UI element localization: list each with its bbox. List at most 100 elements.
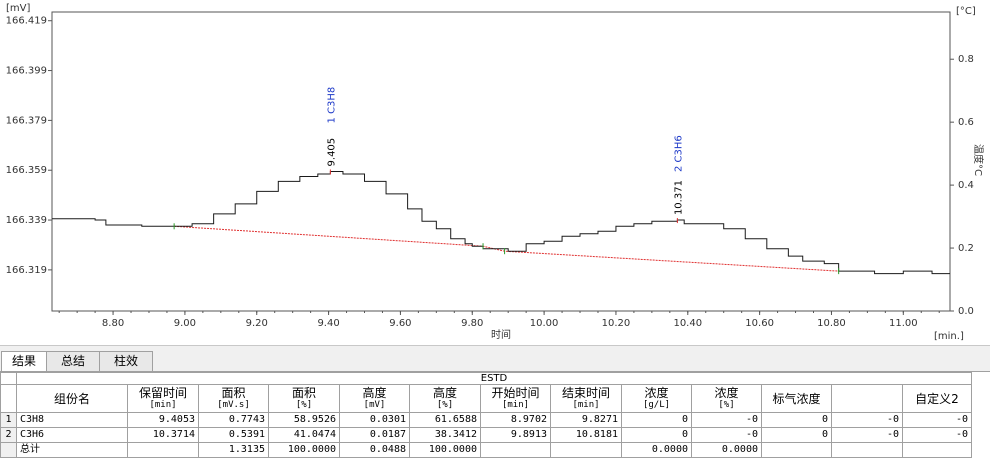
column-header-unit: [%] <box>436 399 454 410</box>
table-cell: 0.7743 <box>198 412 269 428</box>
table-cell: C3H8 <box>16 412 128 428</box>
chromatogram-chart[interactable]: [mV] [°C] [min.] 166.419 166.399 166.379 166.3… <box>0 0 990 344</box>
peak-name-label: 2 C3H6 <box>673 135 684 172</box>
tab-column-efficiency[interactable]: 柱效 <box>99 351 153 371</box>
row-index <box>0 442 17 458</box>
table-cell: -0 <box>902 412 972 428</box>
table-cell <box>902 442 972 458</box>
column-header-name: 保留时间 <box>138 385 187 400</box>
table-cell: 100.0000 <box>268 442 340 458</box>
column-header-name: 标气浓度 <box>772 391 821 406</box>
header-corner <box>0 384 17 413</box>
y2-tick-label: 0.2 <box>958 243 974 254</box>
table-cell: 0 <box>621 412 692 428</box>
column-header[interactable]: 标气浓度 <box>761 384 832 413</box>
column-header-name: 面积 <box>221 385 246 400</box>
table-cell: -0 <box>691 412 762 428</box>
x-tick-label: 9.40 <box>317 318 339 329</box>
table-cell: 10.3714 <box>127 427 199 443</box>
x-tick-label: 10.80 <box>817 318 846 329</box>
column-header[interactable]: 自定义2 <box>902 384 972 413</box>
x-tick-label: 8.80 <box>102 318 124 329</box>
column-header[interactable]: 浓度 [g/L] <box>621 384 692 413</box>
table-cell: 9.8913 <box>480 427 551 443</box>
column-header-unit: [g/L] <box>642 399 671 410</box>
table-cell: 100.0000 <box>409 442 481 458</box>
column-header[interactable]: 浓度 [%] <box>691 384 762 413</box>
peak-name-label: 1 C3H8 <box>326 87 337 124</box>
column-header[interactable]: 面积 [mV.s] <box>198 384 269 413</box>
peak-retention-label: 9.405 <box>326 138 337 167</box>
table-cell: 9.8271 <box>550 412 622 428</box>
x-tick-label: 9.00 <box>174 318 196 329</box>
y2-axis-unit: [°C] <box>956 6 976 17</box>
table-cell: 0 <box>761 412 832 428</box>
table-cell: 1.3135 <box>198 442 269 458</box>
column-header[interactable]: 面积 [%] <box>268 384 340 413</box>
table-cell <box>761 442 832 458</box>
table-cell: 0 <box>621 427 692 443</box>
table-row[interactable]: 1 C3H8 9.4053 0.7743 58.9526 0.0301 61.6588 8.9… <box>0 412 972 428</box>
result-tabs: 结果 总结 柱效 <box>0 351 990 372</box>
y-tick-label: 166.399 <box>6 66 47 77</box>
column-header[interactable]: 结束时间 [min] <box>550 384 622 413</box>
table-cell: 9.4053 <box>127 412 199 428</box>
table-cell: -0 <box>691 427 762 443</box>
column-header[interactable]: 保留时间 [min] <box>127 384 199 413</box>
column-header[interactable]: 组份名 <box>16 384 128 413</box>
total-row[interactable]: 总计 1.3135 100.0000 0.0488 100.0000 0.0000 0.00… <box>0 442 972 458</box>
y-tick-label: 166.339 <box>6 215 47 226</box>
table-cell: 8.9702 <box>480 412 551 428</box>
table-cell: 总计 <box>16 442 128 458</box>
column-header-unit: [mV] <box>363 399 386 410</box>
x-tick-label: 9.60 <box>389 318 411 329</box>
y2-axis-label: 温度°C <box>972 144 985 176</box>
x-tick-label: 11.00 <box>889 318 918 329</box>
column-header-name: 结束时间 <box>561 385 610 400</box>
x-tick-label: 9.20 <box>246 318 268 329</box>
column-header[interactable]: 开始时间 [min] <box>480 384 551 413</box>
table-caption: ESTD <box>16 372 972 385</box>
results-table-panel: ESTD 组份名 保留时间 [min] 面积 [mV.s] 面积 [%] 高度 [mV] 高度 [%… <box>0 371 990 468</box>
x-tick-label: 10.20 <box>602 318 631 329</box>
x-tick-label: 10.60 <box>745 318 774 329</box>
table-row[interactable]: 2 C3H6 10.3714 0.5391 41.0474 0.0187 38.3412 9.… <box>0 427 972 443</box>
table-cell: -0 <box>902 427 972 443</box>
table-cell: 0.0000 <box>621 442 692 458</box>
y-axis-unit: [mV] <box>6 3 30 14</box>
table-cell: 10.8181 <box>550 427 622 443</box>
table-cell: 0.0000 <box>691 442 762 458</box>
column-header-name: 高度 <box>362 385 387 400</box>
table-cell: 41.0474 <box>268 427 340 443</box>
y2-tick-label: 0.4 <box>958 180 974 191</box>
y2-tick-label: 0.0 <box>958 306 974 317</box>
row-index: 2 <box>0 427 17 443</box>
peak-retention-label: 10.371 <box>673 180 684 215</box>
corner-cell <box>0 372 17 385</box>
column-header[interactable]: 高度 [%] <box>409 384 481 413</box>
table-cell: 0.0488 <box>339 442 410 458</box>
table-cell <box>127 442 199 458</box>
x-tick-label: 10.40 <box>673 318 702 329</box>
column-header[interactable] <box>831 384 903 413</box>
table-cell: 0.0301 <box>339 412 410 428</box>
table-cell: 0 <box>761 427 832 443</box>
column-header-unit: [%] <box>718 399 735 410</box>
column-header-name: 组份名 <box>53 391 90 406</box>
y-tick-label: 166.379 <box>6 115 47 126</box>
tab-summary[interactable]: 总结 <box>46 351 100 371</box>
x-tick-label: 10.00 <box>530 318 559 329</box>
column-header-name: 面积 <box>291 385 316 400</box>
x-tick-label: 9.80 <box>461 318 483 329</box>
tab-results[interactable]: 结果 <box>1 351 47 372</box>
y-tick-label: 166.419 <box>6 16 47 27</box>
y-tick-label: 166.319 <box>6 265 47 276</box>
chromatogram-svg[interactable]: [mV] [°C] [min.] 166.419 166.399 166.379 166.3… <box>0 0 990 344</box>
table-cell <box>550 442 622 458</box>
x-axis-label: 时间 <box>491 328 511 341</box>
column-header[interactable]: 高度 [mV] <box>339 384 410 413</box>
column-header-unit: [min] <box>149 399 177 410</box>
y2-tick-label: 0.6 <box>958 117 974 128</box>
column-header-unit: [min] <box>501 399 530 410</box>
table-cell: 0.0187 <box>339 427 410 443</box>
